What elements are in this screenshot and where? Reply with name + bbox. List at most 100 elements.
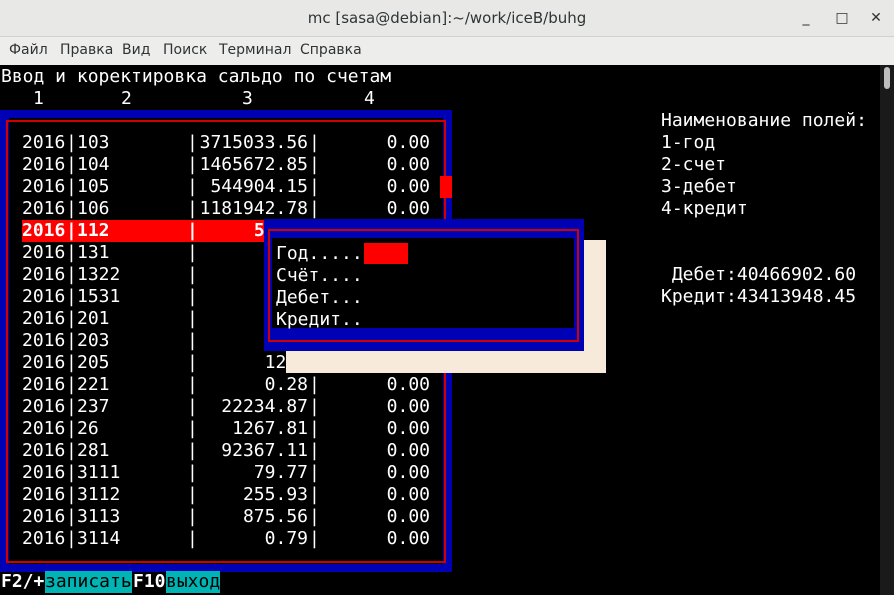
table-row[interactable]: 2016 | 237 | 22234.87 | 0.00 [22,396,432,418]
field-year-label: Год..... [276,243,363,264]
row-year: 2016 [22,484,66,505]
menu-view[interactable]: Вид [122,42,150,58]
column-separator: | [187,352,198,373]
row-debit: 79.77 [253,462,308,483]
row-year: 2016 [22,154,66,175]
row-account: 103 [77,132,110,153]
row-credit: 0.00 [386,132,430,153]
column-separator: | [309,154,320,175]
row-year: 2016 [22,528,66,549]
column-separator: | [187,220,198,241]
legend-title: Наименование полей: [661,110,867,131]
table-row[interactable]: 2016 | 3111 | 79.77 | 0.00 [22,462,432,484]
legend-item-3: 3-дебет [661,176,737,197]
row-account: 201 [77,308,110,329]
minimize-button[interactable]: _ [796,8,816,28]
column-separator: | [187,462,198,483]
column-separator: | [309,506,320,527]
maximize-button[interactable]: □ [832,8,852,28]
column-separator: | [187,484,198,505]
menu-terminal[interactable]: Терминал [219,42,291,58]
scrollbar-thumb[interactable] [884,67,890,89]
row-credit: 0.00 [386,484,430,505]
row-account: 3113 [77,506,121,527]
row-account: 237 [77,396,110,417]
column-separator: | [66,286,77,307]
row-debit: 92367.11 [221,440,308,461]
column-separator: | [187,132,198,153]
row-account: 3114 [77,528,121,549]
row-debit: 3715033.56 [199,132,308,153]
row-debit: 22234.87 [221,396,308,417]
table-row[interactable]: 2016 | 221 | 0.28 | 0.00 [22,374,432,396]
column-separator: | [187,528,198,549]
field-year-input[interactable] [364,243,408,264]
column-separator: | [309,484,320,505]
column-separator: | [309,198,320,219]
table-row[interactable]: 2016 | 26 | 1267.81 | 0.00 [22,418,432,440]
column-separator: | [187,198,198,219]
table-row[interactable]: 2016 | 281 | 92367.11 | 0.00 [22,440,432,462]
column-separator: | [309,396,320,417]
row-account: 3111 [77,462,121,483]
save-action[interactable]: записать [45,571,132,593]
row-debit: 544904.15 [210,176,308,197]
column-separator: | [309,418,320,439]
row-credit: 0.00 [386,198,430,219]
column-separator: | [66,528,77,549]
table-row[interactable]: 2016 | 3113 | 875.56 | 0.00 [22,506,432,528]
legend-item-4: 4-кредит [661,198,748,219]
column-separator: | [66,154,77,175]
row-credit: 0.00 [386,396,430,417]
row-account: 205 [77,352,110,373]
row-account: 203 [77,330,110,351]
table-row[interactable]: 2016 | 105 | 544904.15 | 0.00 [22,176,432,198]
col-number-2: 2 [121,88,132,109]
menu-help[interactable]: Справка [300,42,362,58]
row-account: 3112 [77,484,121,505]
close-button[interactable]: ✕ [866,8,886,28]
row-year: 2016 [22,308,66,329]
column-separator: | [66,484,77,505]
column-separator: | [187,286,198,307]
menu-edit[interactable]: Правка [60,42,113,58]
table-row[interactable]: 2016 | 106 | 1181942.78 | 0.00 [22,198,432,220]
row-account: 106 [77,198,110,219]
scroll-indicator [440,176,452,198]
row-debit: 0.28 [264,374,308,395]
column-separator: | [66,132,77,153]
row-credit: 0.00 [386,528,430,549]
table-row[interactable]: 2016 | 104 | 1465672.85 | 0.00 [22,154,432,176]
row-year: 2016 [22,176,66,197]
row-year: 2016 [22,242,66,263]
row-year: 2016 [22,220,66,241]
col-number-4: 4 [364,88,375,109]
col-number-1: 1 [33,88,44,109]
row-year: 2016 [22,286,66,307]
row-year: 2016 [22,506,66,527]
total-credit: Кредит:43413948.45 [661,286,857,307]
col-number-3: 3 [242,88,253,109]
table-row[interactable]: 2016 | 103 | 3715033.56 | 0.00 [22,132,432,154]
column-separator: | [66,462,77,483]
row-credit: 0.00 [386,418,430,439]
row-debit: 1267.81 [232,418,308,439]
table-row[interactable]: 2016 | 3114 | 0.79 | 0.00 [22,528,432,550]
exit-action[interactable]: выход [166,571,221,593]
row-account: 105 [77,176,110,197]
table-row[interactable]: 2016 | 3112 | 255.93 | 0.00 [22,484,432,506]
column-separator: | [309,132,320,153]
menu-file[interactable]: Файл [9,42,48,58]
column-separator: | [187,396,198,417]
terminal-scrollbar[interactable] [880,65,894,595]
row-year: 2016 [22,396,66,417]
row-year: 2016 [22,440,66,461]
row-account: 221 [77,374,110,395]
column-separator: | [187,506,198,527]
row-debit: 0.79 [264,528,308,549]
row-year: 2016 [22,352,66,373]
row-year: 2016 [22,330,66,351]
total-debit: Дебет:40466902.60 [661,264,857,285]
menu-search[interactable]: Поиск [163,42,207,58]
column-separator: | [66,264,77,285]
